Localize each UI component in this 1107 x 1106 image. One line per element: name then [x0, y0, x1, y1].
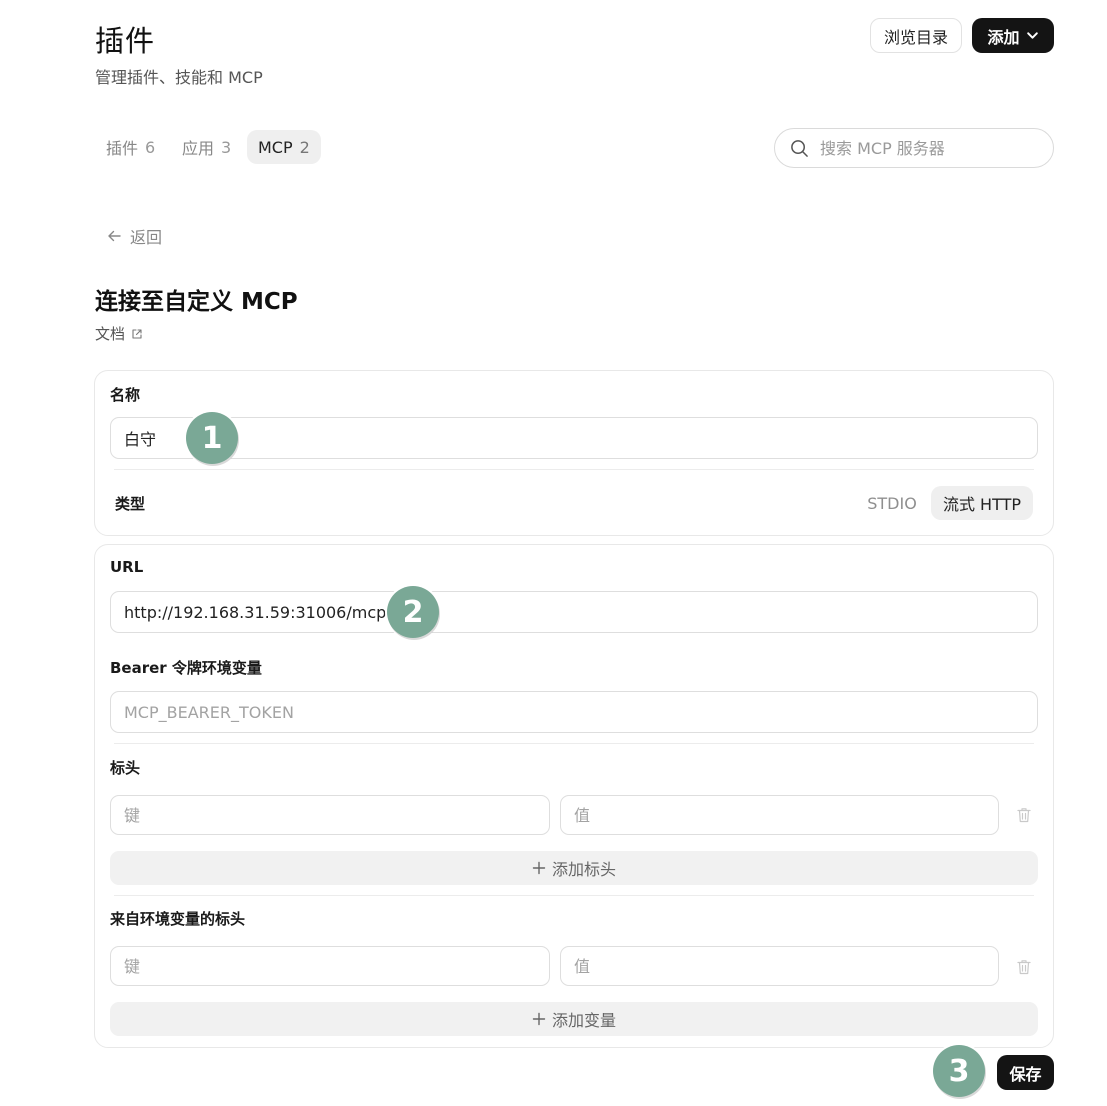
header-key-field[interactable]	[110, 795, 550, 835]
section-title: 连接至自定义 MCP	[95, 289, 298, 315]
arrow-left-icon	[106, 228, 122, 244]
add-button[interactable]: 添加	[972, 18, 1054, 53]
browse-catalog-button[interactable]: 浏览目录	[870, 18, 962, 53]
env-header-key-field[interactable]	[110, 946, 550, 986]
env-header-value-field[interactable]	[560, 946, 999, 986]
annotation-badge-2: 2	[387, 586, 439, 638]
docs-link[interactable]: 文档	[95, 323, 143, 344]
name-field[interactable]	[110, 417, 1038, 459]
add-header-button[interactable]: 添加标头	[110, 851, 1038, 885]
tab-mcp-count: 2	[299, 137, 310, 157]
divider	[114, 895, 1034, 896]
name-input[interactable]	[124, 428, 1037, 448]
bearer-field[interactable]	[110, 691, 1038, 733]
external-link-icon	[131, 328, 143, 340]
search-icon	[790, 139, 809, 158]
save-button[interactable]: 保存	[997, 1055, 1054, 1090]
tab-mcp-label: MCP	[258, 137, 293, 157]
search-input[interactable]	[820, 138, 1030, 158]
chevron-down-icon	[1026, 29, 1039, 42]
trash-icon[interactable]	[1014, 957, 1034, 977]
annotation-badge-1: 1	[186, 412, 238, 464]
bearer-label: Bearer 令牌环境变量	[110, 659, 262, 677]
url-field[interactable]	[110, 591, 1038, 633]
tab-plugins-label: 插件	[106, 139, 139, 158]
header-value-field[interactable]	[560, 795, 999, 835]
env-header-key-input[interactable]	[124, 956, 549, 976]
tab-plugins-count: 6	[145, 137, 156, 157]
header-key-input[interactable]	[124, 805, 549, 825]
annotation-badge-3: 3	[933, 1045, 985, 1097]
tab-plugins[interactable]: 插件 6	[95, 130, 166, 164]
divider	[114, 743, 1034, 744]
page-subtitle: 管理插件、技能和 MCP	[95, 68, 263, 87]
search-box[interactable]	[774, 128, 1054, 168]
type-option-stdio[interactable]: STDIO	[859, 486, 925, 520]
tab-apps-label: 应用	[182, 139, 215, 158]
save-label: 保存	[1009, 1064, 1042, 1084]
tab-mcp[interactable]: MCP 2	[247, 130, 321, 164]
type-label: 类型	[115, 495, 146, 513]
browse-catalog-label: 浏览目录	[883, 27, 948, 47]
add-variable-label: 添加变量	[551, 1011, 616, 1030]
url-label: URL	[110, 558, 144, 576]
type-option-streamable-http[interactable]: 流式 HTTP	[931, 486, 1033, 520]
bearer-input[interactable]	[124, 702, 1037, 722]
plus-icon	[532, 861, 546, 875]
back-link[interactable]: 返回	[106, 224, 162, 248]
headers-label: 标头	[110, 759, 141, 777]
add-header-label: 添加标头	[551, 860, 616, 879]
docs-label: 文档	[95, 325, 126, 343]
url-input[interactable]	[124, 602, 1037, 622]
divider	[114, 469, 1034, 470]
add-variable-button[interactable]: 添加变量	[110, 1002, 1038, 1036]
plus-icon	[532, 1012, 546, 1026]
header-value-input[interactable]	[574, 805, 998, 825]
env-headers-label: 来自环境变量的标头	[110, 910, 246, 928]
trash-icon[interactable]	[1014, 805, 1034, 825]
tab-apps-count: 3	[221, 137, 232, 157]
tab-apps[interactable]: 应用 3	[171, 130, 242, 164]
page-title: 插件	[95, 24, 156, 58]
add-label: 添加	[987, 27, 1020, 47]
env-header-value-input[interactable]	[574, 956, 998, 976]
name-label: 名称	[110, 386, 141, 404]
back-label: 返回	[130, 228, 163, 247]
